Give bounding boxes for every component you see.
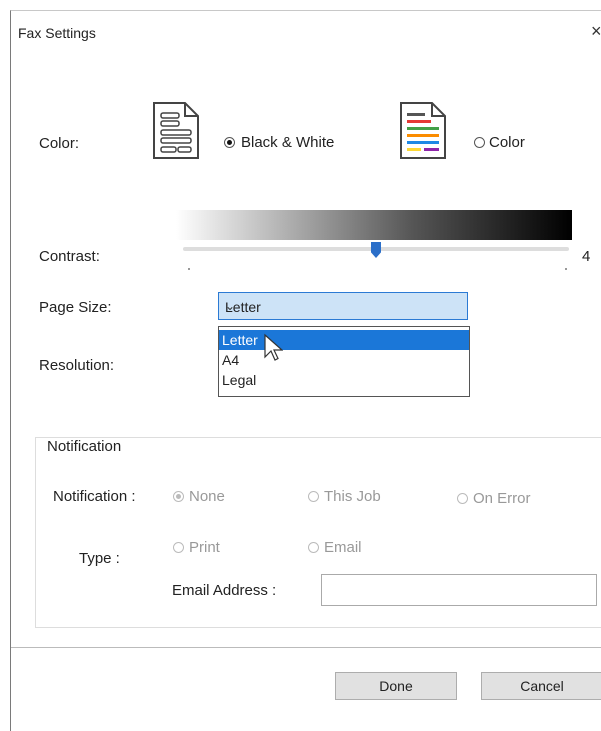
cancel-button[interactable]: Cancel [481,672,601,700]
page-size-option-letter[interactable]: Letter [219,330,469,350]
page-size-select[interactable]: Letter ⌄ [218,292,468,320]
mouse-cursor-icon [264,333,283,361]
dialog-title: Fax Settings [18,25,96,41]
slider-tick [188,268,190,270]
page-size-option-a4[interactable]: A4 [219,350,469,370]
notification-group-title: Notification [43,438,126,455]
type-email-label: Email [324,539,362,556]
resolution-label: Resolution: [39,357,115,374]
close-icon[interactable]: × [591,21,601,42]
done-button[interactable]: Done [335,672,457,700]
type-email-radio[interactable] [308,542,319,553]
type-email-option[interactable]: Email [308,539,362,556]
notification-onerror-label: On Error [473,490,531,507]
bw-document-icon [153,102,199,159]
notification-label: Notification : [53,488,136,505]
notification-none-label: None [189,488,225,505]
slider-tick [565,268,567,270]
notification-onerror-radio[interactable] [457,493,468,504]
bw-radio-label: Black & White [241,134,335,151]
notification-thisjob-radio[interactable] [308,491,319,502]
color-label: Color: [39,135,80,152]
notification-thisjob-option[interactable]: This Job [308,488,381,505]
email-address-label: Email Address : [172,582,277,599]
color-radio-option[interactable]: Color [474,134,525,151]
notification-onerror-option[interactable]: On Error [457,490,531,507]
fax-settings-dialog: Fax Settings × Color: Black & White Colo… [10,10,601,731]
bw-radio[interactable] [224,137,235,148]
notification-thisjob-label: This Job [324,488,381,505]
color-document-icon [400,102,446,159]
contrast-slider-thumb[interactable] [371,242,381,258]
type-label: Type : [79,550,120,567]
notification-none-option[interactable]: None [173,488,225,505]
type-print-radio[interactable] [173,542,184,553]
notification-none-radio[interactable] [173,491,184,502]
footer-separator [11,647,601,648]
contrast-label: Contrast: [39,248,100,265]
page-size-label: Page Size: [39,299,112,316]
bw-radio-option[interactable]: Black & White [224,134,334,151]
email-address-input[interactable] [321,574,597,606]
page-size-dropdown: Letter A4 Legal [218,326,470,397]
color-radio[interactable] [474,137,485,148]
type-print-label: Print [189,539,220,556]
contrast-gradient [176,210,572,240]
contrast-value: 4 [582,248,591,265]
type-print-option[interactable]: Print [173,539,220,556]
chevron-down-icon[interactable]: ⌄ [225,299,459,313]
color-radio-label: Color [489,134,525,151]
page-size-option-legal[interactable]: Legal [219,370,469,390]
